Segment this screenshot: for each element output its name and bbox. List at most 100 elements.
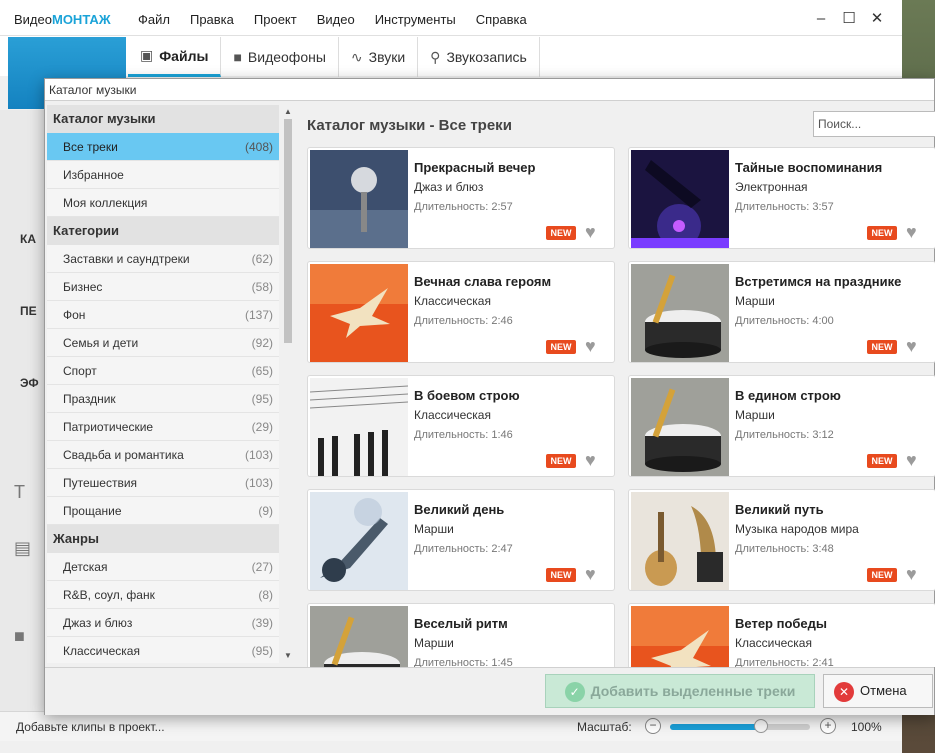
film-icon[interactable]: ▤ — [14, 538, 31, 559]
category-label: Детская — [63, 560, 108, 574]
tab-3[interactable]: ∿ Звуки — [339, 37, 419, 77]
track-genre: Классическая — [414, 294, 491, 308]
track-title: Веселый ритм — [414, 616, 508, 631]
track-card[interactable]: Прекрасный вечер Джаз и блюз Длительность:… — [307, 147, 615, 249]
minimize-icon[interactable]: – — [808, 9, 834, 29]
track-genre: Классическая — [414, 408, 491, 422]
category-label: Спорт — [63, 364, 97, 378]
new-badge: NEW — [546, 568, 576, 582]
category-item[interactable]: Все треки (408) — [47, 133, 279, 161]
category-count: (27) — [251, 560, 273, 574]
new-badge: NEW — [867, 454, 897, 468]
category-item[interactable]: Патриотические (29) — [47, 413, 279, 441]
category-item[interactable]: Путешествия (103) — [47, 469, 279, 497]
menu-item-1[interactable]: Файл — [138, 12, 170, 27]
scrollbar-thumb[interactable] — [284, 119, 292, 343]
track-card[interactable]: Веселый ритмМаршиДлительность:1:45NEW♥ — [307, 603, 615, 667]
track-card[interactable]: Ветер победы Классическая Длительность: 2:4… — [628, 603, 935, 667]
category-label: Все треки — [63, 140, 118, 154]
new-badge: NEW — [546, 226, 576, 240]
track-card[interactable]: Встретимся на празднике Марши Длительность… — [628, 261, 935, 363]
duration-value: 1:46 — [491, 429, 513, 441]
rail-label-3[interactable]: ЭФ — [20, 376, 39, 390]
category-item[interactable]: Детская (27) — [47, 553, 279, 581]
heart-icon[interactable]: ♥ — [906, 222, 917, 242]
rail-label-2[interactable]: ПЕ — [20, 304, 37, 318]
menu-item-6[interactable]: Справка — [476, 12, 527, 27]
heart-icon[interactable]: ♥ — [906, 564, 917, 584]
zoom-in-icon[interactable]: + — [820, 718, 836, 734]
category-count: (95) — [251, 644, 273, 658]
track-artwork — [631, 492, 729, 590]
zoom-slider-thumb[interactable] — [754, 719, 768, 733]
category-count: (39) — [251, 616, 273, 630]
maximize-icon[interactable]: ☐ — [836, 9, 862, 29]
track-card[interactable]: В едином строю Марши Длительность: 3:12 NEW ♥ — [628, 375, 935, 477]
cancel-button[interactable]: ✕ Отмена — [823, 674, 933, 708]
text-icon[interactable]: T — [14, 482, 25, 503]
tab-label: Файлы — [159, 47, 209, 64]
track-title: Прекрасный вечер — [414, 160, 536, 175]
close-icon[interactable]: ✕ — [864, 9, 890, 29]
track-grid: Прекрасный вечер Джаз и блюз Длительность:… — [307, 147, 935, 667]
track-title: Великий день — [414, 502, 505, 517]
tab-2[interactable]: ■ Видеофоны — [221, 37, 339, 77]
category-count: (62) — [251, 252, 273, 266]
track-genre: Марши — [414, 636, 454, 650]
category-item[interactable]: Спорт (65) — [47, 357, 279, 385]
search-input[interactable]: Поиск... — [813, 111, 935, 137]
category-item[interactable]: R&B, соул, фанк (8) — [47, 581, 279, 609]
cancel-icon: ✕ — [834, 681, 854, 702]
category-item[interactable]: Моя коллекция — [47, 189, 279, 217]
category-count: (65) — [251, 364, 273, 378]
category-item[interactable]: Классическая (95) — [47, 637, 279, 663]
tab-1[interactable]: ▣ Файлы — [128, 37, 222, 77]
rail-label-1[interactable]: КА — [20, 232, 36, 246]
camera-icon[interactable]: ■ — [14, 626, 25, 647]
track-card[interactable]: В боевом строю Классическая Длительность: 1… — [307, 375, 615, 477]
heart-icon[interactable]: ♥ — [906, 450, 917, 470]
track-artwork — [631, 378, 729, 476]
heart-icon[interactable]: ♥ — [585, 222, 596, 242]
add-button-label: Добавить выделенные треки — [590, 683, 796, 699]
category-label: Избранное — [63, 168, 124, 182]
zoom-slider[interactable] — [670, 719, 810, 733]
category-item[interactable]: Свадьба и романтика (103) — [47, 441, 279, 469]
track-duration: Длительность: 4:00 — [735, 315, 834, 327]
add-selected-tracks-button[interactable]: ✓ Добавить выделенные треки — [545, 674, 815, 708]
track-card[interactable]: Тайные воспоминания Электронная Длительнос… — [628, 147, 935, 249]
tab-4[interactable]: ⚲ Звукозапись — [418, 37, 540, 77]
heart-icon[interactable]: ♥ — [585, 564, 596, 584]
track-card[interactable]: Великий путь Музыка народов мира Длительно… — [628, 489, 935, 591]
track-duration: Длительность: 2:41 — [735, 657, 834, 667]
menu-item-5[interactable]: Инструменты — [375, 12, 456, 27]
heart-icon[interactable]: ♥ — [585, 336, 596, 356]
category-label: Классическая — [63, 644, 140, 658]
tab-label: Видеофоны — [247, 49, 326, 65]
heart-icon[interactable]: ♥ — [585, 450, 596, 470]
track-card[interactable]: Великий день Марши Длительность: 2:47 NEW ♥ — [307, 489, 615, 591]
menu-item-4[interactable]: Видео — [317, 12, 355, 27]
track-title: Тайные воспоминания — [735, 160, 883, 175]
content-title: Каталог музыки - Все треки — [307, 117, 512, 134]
category-scrollbar[interactable]: ▲ ▼ — [281, 105, 295, 663]
scroll-up-icon[interactable]: ▲ — [281, 105, 295, 119]
track-card[interactable]: Вечная слава героям Классическая Длительно… — [307, 261, 615, 363]
track-artwork — [631, 606, 729, 667]
category-item[interactable]: Семья и дети (92) — [47, 329, 279, 357]
category-item[interactable]: Фон (137) — [47, 301, 279, 329]
category-item[interactable]: Прощание (9) — [47, 497, 279, 525]
menu-item-3[interactable]: Проект — [254, 12, 297, 27]
category-item[interactable]: Джаз и блюз (39) — [47, 609, 279, 637]
track-duration: Длительность: 1:46 — [414, 429, 513, 441]
zoom-out-icon[interactable]: − — [645, 718, 661, 734]
scroll-down-icon[interactable]: ▼ — [281, 649, 295, 663]
category-item[interactable]: Избранное — [47, 161, 279, 189]
category-label: Прощание — [63, 504, 122, 518]
menu-item-2[interactable]: Правка — [190, 12, 234, 27]
heart-icon[interactable]: ♥ — [906, 336, 917, 356]
dialog-buttons: ✓ Добавить выделенные треки ✕ Отмена — [45, 667, 934, 715]
category-item[interactable]: Бизнес (58) — [47, 273, 279, 301]
category-item[interactable]: Праздник (95) — [47, 385, 279, 413]
category-item[interactable]: Заставки и саундтреки (62) — [47, 245, 279, 273]
